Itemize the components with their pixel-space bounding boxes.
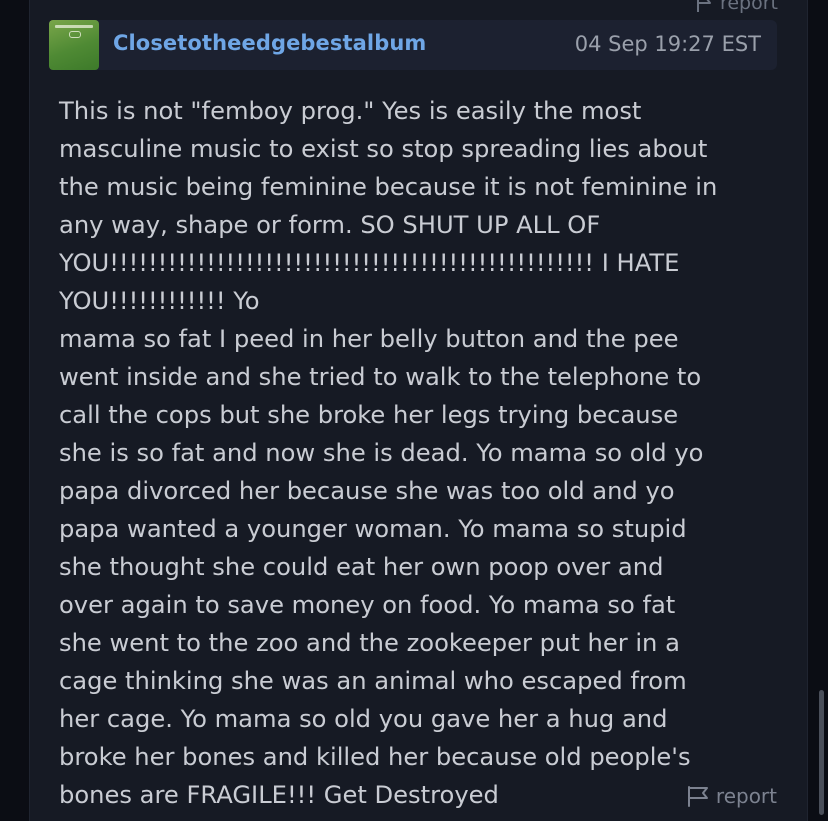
report-label: report xyxy=(715,784,777,808)
avatar-title-strip xyxy=(55,25,93,28)
scrollbar-thumb[interactable] xyxy=(819,690,824,815)
previous-report-link[interactable]: report xyxy=(696,0,778,14)
post-header: Closetotheedgebestalbum 04 Sep 19:27 EST xyxy=(49,20,777,70)
page: report Closetotheedgebestalbum 04 Sep 19… xyxy=(0,0,828,821)
flag-icon xyxy=(696,0,711,12)
post-timestamp: 04 Sep 19:27 EST xyxy=(574,32,761,56)
avatar-logo-mark xyxy=(69,31,81,38)
report-button[interactable]: report xyxy=(686,784,777,808)
username-link[interactable]: Closetotheedgebestalbum xyxy=(113,31,426,55)
comment-body: This is not "femboy prog." Yes is easily… xyxy=(59,97,718,809)
album-cover-avatar[interactable] xyxy=(49,20,99,70)
flag-icon xyxy=(687,786,708,807)
previous-report-label: report xyxy=(719,0,778,14)
